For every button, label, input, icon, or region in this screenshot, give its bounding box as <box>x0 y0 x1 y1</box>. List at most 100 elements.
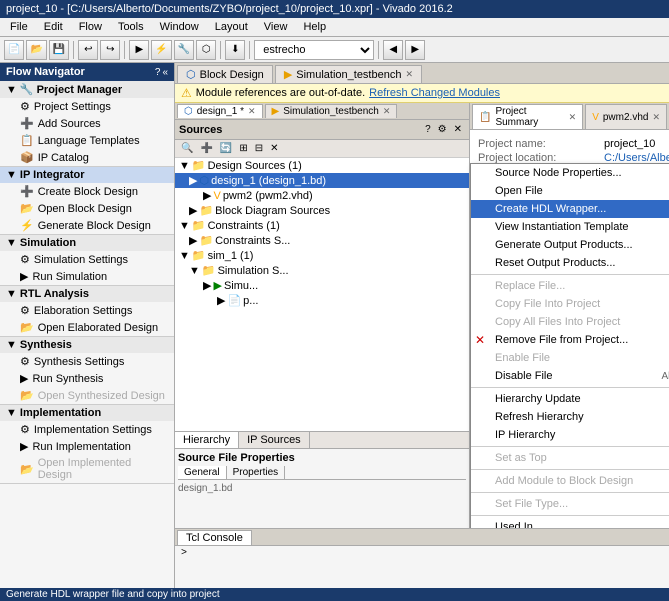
tree-item-p[interactable]: ▶ 📄 p... <box>175 293 469 308</box>
nav-section-impl-header[interactable]: ▼ Implementation <box>0 405 174 421</box>
menu-edit[interactable]: Edit <box>36 18 71 36</box>
refresh-btn[interactable]: 🔄 <box>217 141 235 156</box>
ctx-gen-output-products[interactable]: Generate Output Products... <box>471 236 669 254</box>
nav-item-elab-settings[interactable]: ⚙ Elaboration Settings <box>0 302 174 319</box>
flow-navigator-title: Flow Navigator <box>6 66 85 78</box>
nav-section-ip-header[interactable]: ▼ IP Integrator <box>0 167 174 183</box>
search-btn[interactable]: 🔍 <box>178 141 196 156</box>
run-impl-btn[interactable]: 🔧 <box>174 40 194 60</box>
tree-item-pwm2[interactable]: ▶ V pwm2 (pwm2.vhd) <box>175 188 469 203</box>
nav-item-impl-settings[interactable]: ⚙ Implementation Settings <box>0 421 174 438</box>
redo-btn[interactable]: ↪ <box>100 40 120 60</box>
expand-btn[interactable]: ⊞ <box>236 141 250 156</box>
tab-hierarchy[interactable]: Hierarchy <box>175 432 239 448</box>
tree-item-constraints[interactable]: ▼ 📁 Constraints (1) <box>175 218 469 233</box>
nav-item-synth-settings[interactable]: ⚙ Synthesis Settings <box>0 353 174 370</box>
tree-item-design1[interactable]: ▶ ⬡ design_1 (design_1.bd) <box>175 173 469 188</box>
tree-item-simu[interactable]: ▶ ▶ Simu... <box>175 278 469 293</box>
refresh-changed-modules-link[interactable]: Refresh Changed Modules <box>369 87 500 99</box>
nav-item-run-impl[interactable]: ▶ Run Implementation <box>0 438 174 455</box>
close-panel-btn[interactable]: ✕ <box>267 141 281 156</box>
nav-section-project-manager-header[interactable]: ▼ 🔧 Project Manager <box>0 81 174 98</box>
run-sim-btn[interactable]: ▶ <box>129 40 149 60</box>
tab-block-design[interactable]: ⬡ Block Design <box>177 65 273 83</box>
nav-item-run-sim[interactable]: ▶ Run Simulation <box>0 268 174 285</box>
menu-help[interactable]: Help <box>295 18 334 36</box>
menu-tools[interactable]: Tools <box>110 18 152 36</box>
ctx-hierarchy-update[interactable]: Hierarchy Update ▶ <box>471 390 669 408</box>
nav-section-synth-header[interactable]: ▼ Synthesis <box>0 337 174 353</box>
nav-item-open-synth[interactable]: 📂 Open Synthesized Design <box>0 387 174 404</box>
ctx-used-in[interactable]: Used In... <box>471 518 669 528</box>
prev-btn[interactable]: ◀ <box>383 40 403 60</box>
nav-item-run-synth[interactable]: ▶ Run Synthesis <box>0 370 174 387</box>
run-synth-btn[interactable]: ⚡ <box>151 40 171 60</box>
tab-design1[interactable]: ⬡ design_1 * ✕ <box>177 104 263 118</box>
prog-btn[interactable]: ⬇ <box>225 40 245 60</box>
tab-ip-sources[interactable]: IP Sources <box>239 432 310 448</box>
tab-sim-testbench[interactable]: ▶ Simulation_testbench ✕ <box>275 65 422 83</box>
nav-item-project-settings[interactable]: ⚙ Project Settings <box>0 98 174 115</box>
menu-view[interactable]: View <box>256 18 296 36</box>
tab-pwm2-vhd[interactable]: V pwm2.vhd ✕ <box>585 104 667 129</box>
menu-file[interactable]: File <box>2 18 36 36</box>
collapse-btn[interactable]: ⊟ <box>252 141 266 156</box>
pwm2-close[interactable]: ✕ <box>652 112 660 123</box>
nav-item-ip-catalog[interactable]: 📦 IP Catalog <box>0 149 174 166</box>
sources-options-btn[interactable]: ⚙ <box>435 122 450 137</box>
prop-tab-general[interactable]: General <box>178 466 227 479</box>
nav-item-open-elab[interactable]: 📂 Open Elaborated Design <box>0 319 174 336</box>
gen-bit-btn[interactable]: ⬡ <box>196 40 216 60</box>
ctx-open-file[interactable]: Open File Alt+O <box>471 182 669 200</box>
tree-item-constraints-s[interactable]: ▶ 📁 Constraints S... <box>175 233 469 248</box>
panel-help-btn[interactable]: ? <box>155 67 161 78</box>
menu-bar: File Edit Flow Tools Window Layout View … <box>0 18 669 37</box>
ctx-refresh-hierarchy[interactable]: Refresh Hierarchy <box>471 408 669 426</box>
sources-close-btn[interactable]: ✕ <box>451 122 465 137</box>
target-select[interactable]: estrecho <box>254 40 374 60</box>
ctx-create-hdl-wrapper[interactable]: Create HDL Wrapper... <box>471 200 669 218</box>
nav-section-rtl-header[interactable]: ▼ RTL Analysis <box>0 286 174 302</box>
menu-flow[interactable]: Flow <box>71 18 110 36</box>
ctx-source-node-props[interactable]: Source Node Properties... Ctrl+E <box>471 164 669 182</box>
nav-item-create-block[interactable]: ➕ Create Block Design <box>0 183 174 200</box>
folder-icon: 📁 <box>192 219 206 232</box>
nav-item-language-templates[interactable]: 📋 Language Templates <box>0 132 174 149</box>
sim-tab-close[interactable]: ✕ <box>405 69 413 80</box>
nav-item-open-block[interactable]: 📂 Open Block Design <box>0 200 174 217</box>
prop-tab-properties[interactable]: Properties <box>227 466 286 479</box>
ctx-disable-file[interactable]: Disable File Alt+Menos <box>471 367 669 385</box>
nav-item-add-sources[interactable]: ➕ Add Sources <box>0 115 174 132</box>
ctx-sep5 <box>471 492 669 493</box>
design1-close[interactable]: ✕ <box>248 106 256 117</box>
expand-icon: ▶ <box>189 234 197 247</box>
tab-sim-tb2[interactable]: ▶ Simulation_testbench ✕ <box>265 104 398 118</box>
ip-label: IP Integrator <box>20 169 85 181</box>
nav-item-open-impl[interactable]: 📂 Open Implemented Design <box>0 455 174 483</box>
menu-window[interactable]: Window <box>152 18 207 36</box>
tab-tcl-console[interactable]: Tcl Console <box>177 530 252 545</box>
sim-tb2-close[interactable]: ✕ <box>383 106 391 117</box>
ps-close[interactable]: ✕ <box>569 112 577 123</box>
next-btn[interactable]: ▶ <box>405 40 425 60</box>
tree-item-block-diagram-sources[interactable]: ▶ 📁 Block Diagram Sources <box>175 203 469 218</box>
tree-item-simulation-s[interactable]: ▼ 📁 Simulation S... <box>175 263 469 278</box>
menu-layout[interactable]: Layout <box>207 18 256 36</box>
save-btn[interactable]: 💾 <box>49 40 69 60</box>
sources-help-btn[interactable]: ? <box>422 122 434 137</box>
panel-collapse-btn[interactable]: « <box>162 67 168 78</box>
add-source-btn[interactable]: ➕ <box>197 141 215 156</box>
tree-item-sim1[interactable]: ▼ 📁 sim_1 (1) <box>175 248 469 263</box>
ctx-remove-file[interactable]: ✕ Remove File from Project... Suprimir <box>471 331 669 349</box>
new-btn[interactable]: 📄 <box>4 40 24 60</box>
nav-section-sim-header[interactable]: ▼ Simulation <box>0 235 174 251</box>
tab-project-summary[interactable]: 📋 Project Summary ✕ <box>472 104 583 129</box>
undo-btn[interactable]: ↩ <box>78 40 98 60</box>
ctx-view-instantiation[interactable]: View Instantiation Template <box>471 218 669 236</box>
ctx-ip-hierarchy[interactable]: IP Hierarchy ▶ <box>471 426 669 444</box>
nav-item-sim-settings[interactable]: ⚙ Simulation Settings <box>0 251 174 268</box>
nav-item-generate-block[interactable]: ⚡ Generate Block Design <box>0 217 174 234</box>
open-btn[interactable]: 📂 <box>26 40 46 60</box>
ctx-reset-output-products[interactable]: Reset Output Products... <box>471 254 669 272</box>
tree-item[interactable]: ▼ 📁 Design Sources (1) <box>175 158 469 173</box>
